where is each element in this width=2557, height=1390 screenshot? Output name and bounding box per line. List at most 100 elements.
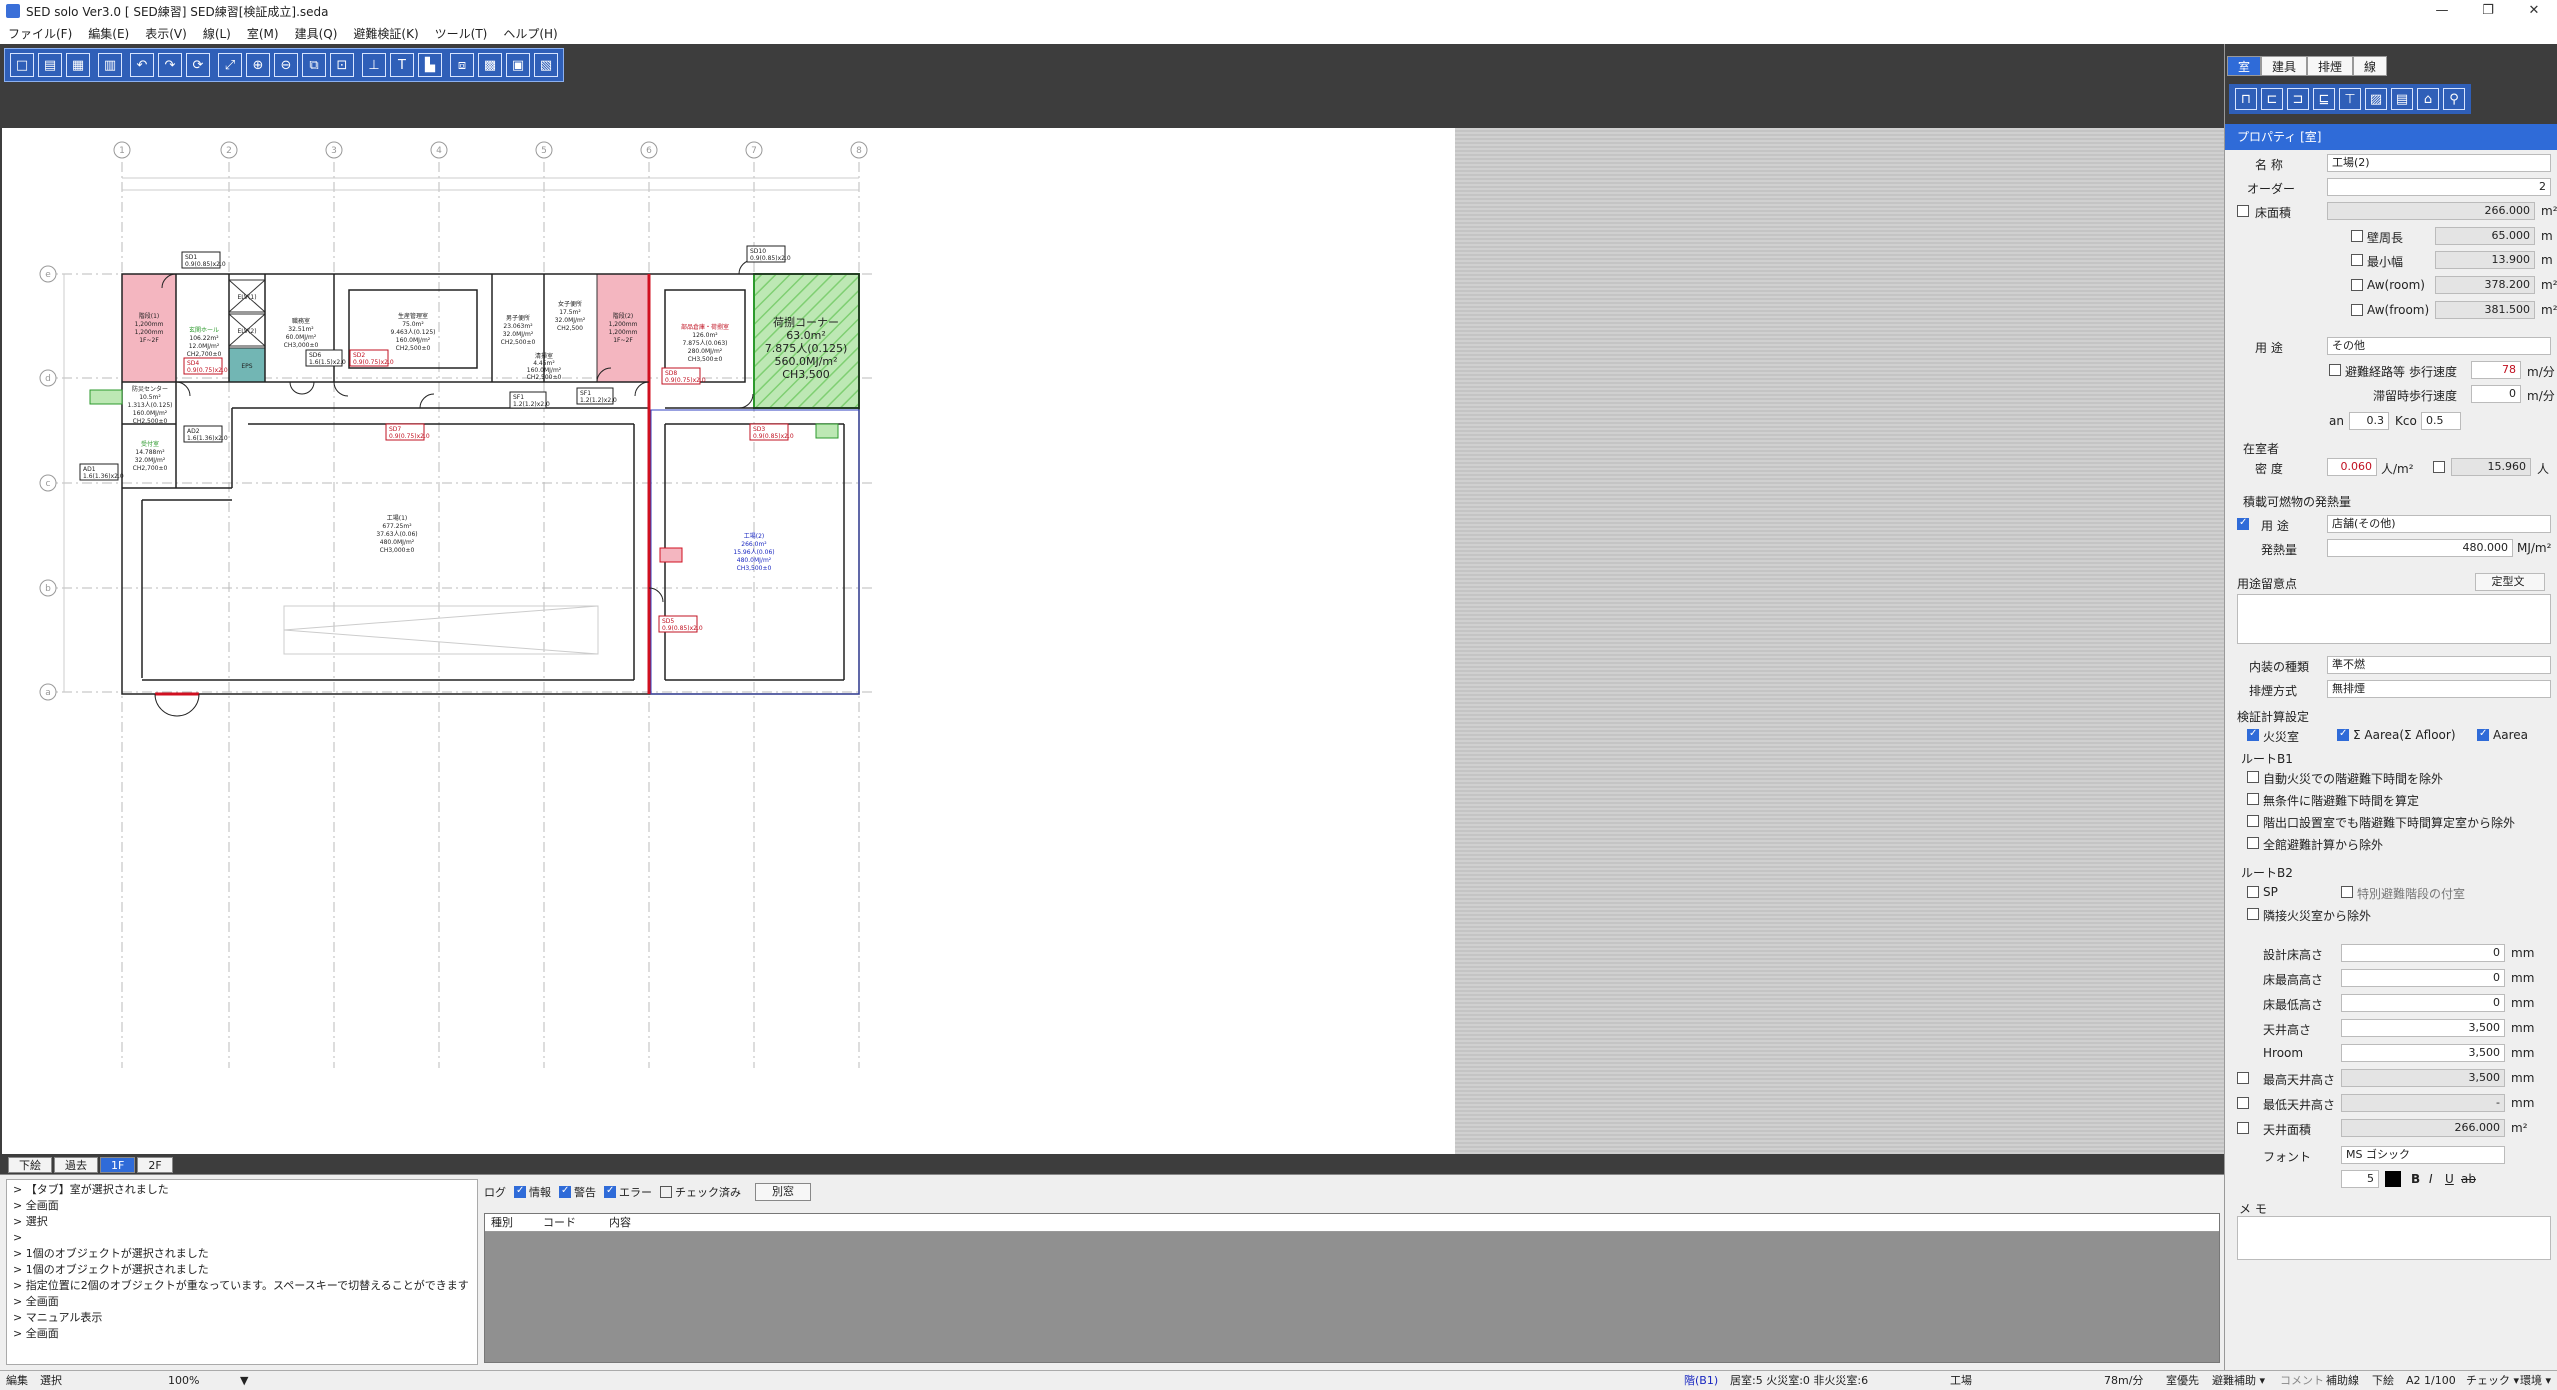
status-check[interactable]: チェック ▾ (2466, 1371, 2519, 1390)
tab-past[interactable]: 過去 (54, 1157, 98, 1173)
zoom-previous-icon[interactable]: ⊡ (330, 53, 354, 77)
fire-room-checkbox[interactable] (2247, 728, 2259, 741)
room-tool-5-icon[interactable]: ⊤ (2339, 88, 2361, 110)
persons-field[interactable]: 15.960 (2451, 458, 2531, 476)
menu-tools[interactable]: ツール(T) (435, 25, 488, 42)
menu-help[interactable]: ヘルプ(H) (503, 25, 557, 42)
log-table[interactable]: 種別 コード 内容 (484, 1213, 2220, 1363)
separate-window-button[interactable]: 別窓 (755, 1183, 811, 1201)
save-file-icon[interactable]: ▦ (66, 53, 90, 77)
memo-textarea[interactable] (2237, 1216, 2551, 1260)
floor-area-checkbox[interactable] (2237, 205, 2249, 217)
walk-speed-field[interactable]: 78 (2471, 361, 2521, 379)
floor-plan[interactable]: 1 2 3 4 5 6 7 8 e d c b a 階段(1) 1,200mm … (2, 128, 1455, 1154)
checked-checkbox[interactable] (660, 1186, 672, 1198)
zoom-out-icon[interactable]: ⊖ (274, 53, 298, 77)
tab-underlay[interactable]: 下絵 (8, 1157, 52, 1173)
new-file-icon[interactable]: □ (10, 53, 34, 77)
wall-len-checkbox[interactable] (2351, 230, 2363, 242)
tab-room[interactable]: 室 (2227, 56, 2262, 76)
drawing-area[interactable]: 1 2 3 4 5 6 7 8 e d c b a 階段(1) 1,200mm … (0, 126, 2224, 1156)
maximize-button[interactable]: ❐ (2465, 0, 2511, 22)
stair-2-room[interactable] (596, 273, 650, 383)
notes-textarea[interactable] (2237, 594, 2551, 644)
grid-icon[interactable]: ▩ (478, 53, 502, 77)
stair-1-room[interactable] (121, 273, 177, 383)
close-button[interactable]: ✕ (2511, 0, 2557, 22)
aw-room-field[interactable]: 378.200 (2435, 276, 2535, 294)
door-tag-sd6[interactable]: SD61.6(1.5)x2.0 (305, 349, 346, 367)
b1-opt2-checkbox[interactable] (2247, 793, 2259, 805)
b2-opt-checkbox[interactable] (2247, 908, 2259, 920)
door-tag-sd10[interactable]: SD100.9(0.85)x2.0 (746, 245, 791, 263)
redo-icon[interactable]: ↷ (158, 53, 182, 77)
info-checkbox[interactable] (514, 1185, 526, 1198)
col-type[interactable]: 種別 (485, 1214, 537, 1231)
status-underlay[interactable]: 下絵 (2372, 1371, 2394, 1390)
settings-icon[interactable]: ▧ (534, 53, 558, 77)
align-icon[interactable]: ▙ (418, 53, 442, 77)
density-field[interactable]: 0.060 (2327, 458, 2377, 476)
door-tag-sd2[interactable]: SD20.9(0.75)x2.0 (349, 349, 394, 367)
smoke-vent-2[interactable] (815, 423, 839, 439)
italic-icon[interactable]: I (2429, 1172, 2433, 1186)
fl-min-field[interactable]: 0 (2341, 994, 2505, 1012)
open-file-icon[interactable]: ▤ (38, 53, 62, 77)
aw-froom-checkbox[interactable] (2351, 304, 2363, 316)
aw-room-checkbox[interactable] (2351, 279, 2363, 291)
bold-icon[interactable]: B (2411, 1172, 2420, 1186)
ceil-min-field[interactable]: - (2341, 1094, 2505, 1112)
b1-opt1-checkbox[interactable] (2247, 771, 2259, 783)
door-tag-ad1[interactable]: AD11.6(1.36)x2.0 (79, 463, 124, 481)
hroom-field[interactable]: 3,500 (2341, 1044, 2505, 1062)
ceil-area-checkbox[interactable] (2237, 1122, 2249, 1134)
menu-evacuation[interactable]: 避難検証(K) (353, 25, 418, 42)
menu-file[interactable]: ファイル(F) (8, 25, 72, 42)
b1-opt3-checkbox[interactable] (2247, 815, 2259, 827)
sp-checkbox[interactable] (2247, 886, 2259, 898)
sum-area-checkbox[interactable] (2337, 728, 2349, 741)
persons-checkbox[interactable] (2433, 461, 2445, 473)
room-tool-6-icon[interactable]: ▨ (2365, 88, 2387, 110)
status-zoom[interactable]: 100% (168, 1371, 199, 1390)
room-tool-8-icon[interactable]: ⌂ (2417, 88, 2439, 110)
menu-fitting[interactable]: 建具(Q) (295, 25, 338, 42)
use-select[interactable]: その他 (2327, 337, 2551, 355)
col-content[interactable]: 内容 (603, 1214, 803, 1231)
kco-select[interactable]: 0.5 (2421, 412, 2461, 430)
room-tool-9-icon[interactable]: ⚲ (2443, 88, 2465, 110)
refresh-icon[interactable]: ⟳ (186, 53, 210, 77)
underline-icon[interactable]: U (2445, 1172, 2454, 1186)
fit-view-icon[interactable]: ⤢ (218, 53, 242, 77)
special-stair-checkbox[interactable] (2341, 886, 2353, 898)
col-code[interactable]: コード (537, 1214, 603, 1231)
stay-speed-field[interactable]: 0 (2471, 385, 2521, 403)
strike-icon[interactable]: ab (2461, 1172, 2476, 1186)
finish-select[interactable]: 準不燃 (2327, 656, 2551, 674)
min-width-checkbox[interactable] (2351, 254, 2363, 266)
status-aux-line[interactable]: 補助線 (2326, 1371, 2359, 1390)
copy-floor-icon[interactable]: ▣ (506, 53, 530, 77)
status-env[interactable]: 環境 ▾ (2520, 1371, 2551, 1390)
zoom-in-icon[interactable]: ⊕ (246, 53, 270, 77)
ceiling-field[interactable]: 3,500 (2341, 1019, 2505, 1037)
room-tool-1-icon[interactable]: ⊓ (2235, 88, 2257, 110)
menu-room[interactable]: 室(M) (247, 25, 279, 42)
minimize-button[interactable]: — (2419, 0, 2465, 22)
tab-2f[interactable]: 2F (137, 1157, 173, 1173)
font-size-field[interactable]: 5 (2341, 1170, 2379, 1188)
tab-smoke[interactable]: 排煙 (2307, 56, 2354, 76)
door-tag-sf2[interactable]: SF11.2(1.2)x2.0 (576, 387, 617, 405)
fire-shutter-mark[interactable] (659, 547, 683, 563)
door-tag-sf1[interactable]: SF11.2(1.2)x2.0 (509, 391, 550, 409)
name-field[interactable]: 工場(2) (2327, 154, 2551, 172)
evac-route-checkbox[interactable] (2329, 364, 2341, 376)
floor-area-field[interactable]: 266.000 (2327, 202, 2535, 220)
order-field[interactable]: 2 (2327, 178, 2551, 196)
status-comment[interactable]: コメント (2280, 1371, 2324, 1390)
error-checkbox[interactable] (604, 1185, 616, 1198)
font-select[interactable]: MS ゴシック (2341, 1146, 2505, 1164)
dimension-icon[interactable]: ⊥ (362, 53, 386, 77)
text-icon[interactable]: T (390, 53, 414, 77)
template-button[interactable]: 定型文 (2475, 573, 2545, 591)
